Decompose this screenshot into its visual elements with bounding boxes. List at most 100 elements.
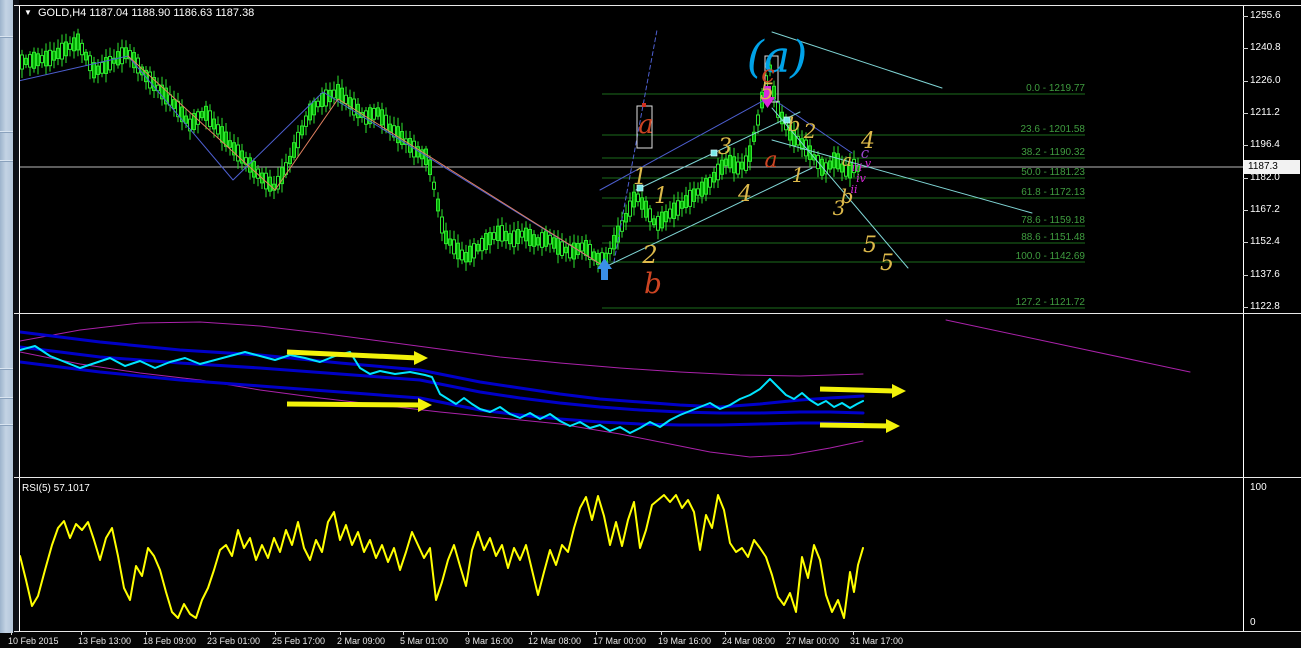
time-axis-tick (275, 631, 276, 635)
price-axis-label: 1196.4 (1250, 139, 1280, 150)
time-axis-label: 19 Mar 16:00 (658, 636, 712, 646)
wave-label-3[interactable]: 3 (833, 196, 846, 220)
price-axis-label: 1226.0 (1250, 75, 1281, 86)
wave-label-2[interactable]: 2 (803, 119, 817, 143)
yellow-arrow[interactable] (819, 419, 900, 433)
time-axis-tick (146, 631, 147, 635)
trendline-desc-gentle[interactable] (771, 139, 1033, 214)
drag-handle[interactable] (710, 149, 718, 157)
wave-label-pap[interactable]: (a) (747, 32, 808, 83)
time-axis-tick (340, 631, 341, 635)
time-axis-label: 17 Mar 00:00 (593, 636, 647, 646)
wave-label-5[interactable]: 5 (760, 80, 774, 105)
window-strip-separator (0, 160, 13, 162)
fib-label: 0.0 - 1219.77 (1026, 83, 1085, 94)
price-axis-label: 1167.2 (1250, 204, 1280, 215)
rsi-canvas[interactable] (20, 480, 1243, 631)
window-edge-strip (0, 0, 13, 648)
time-axis-label: 27 Mar 00:00 (786, 636, 840, 646)
chart-menu-triangle-icon[interactable]: ▼ (24, 8, 32, 17)
wave-label-a[interactable]: a (764, 148, 777, 173)
rsi-line (20, 494, 864, 619)
yellow-arrow[interactable] (286, 398, 432, 412)
main-chart-canvas[interactable]: 0.0 - 1219.77 23.6 - 1201.58 38.2 - 1190.3… (20, 5, 1243, 313)
time-axis[interactable]: 10 Feb 2015 13 Feb 13:00 18 Feb 09:00 23 Fe… (0, 631, 1301, 648)
time-axis-tick (11, 631, 12, 635)
indicator-canvas[interactable] (20, 315, 1243, 477)
window-strip-separator (0, 368, 13, 370)
price-axis-tick (1243, 113, 1248, 114)
fib-label: 100.0 - 1142.69 (1016, 251, 1086, 262)
time-axis-tick (531, 631, 532, 635)
wave-label-2[interactable]: 2 (641, 241, 657, 269)
selection-anchor (642, 103, 646, 107)
time-axis-label: 23 Feb 01:00 (207, 636, 261, 646)
price-axis-tick (1243, 242, 1248, 243)
wave-label-iv[interactable]: iv (856, 172, 867, 185)
price-axis-label: 1211.2 (1250, 107, 1280, 118)
price-axis-tick (1243, 307, 1248, 308)
candlesticks (20, 28, 860, 276)
time-axis-tick (81, 631, 82, 635)
chart-axis-border (1243, 5, 1244, 632)
time-axis-label: 25 Feb 17:00 (272, 636, 326, 646)
wave-label-v[interactable]: v (865, 157, 872, 170)
time-axis-label: 2 Mar 09:00 (337, 636, 386, 646)
trendline-triangle-left[interactable] (599, 96, 771, 191)
time-axis-tick (853, 631, 854, 635)
time-axis-label: 18 Feb 09:00 (143, 636, 197, 646)
time-axis-tick (725, 631, 726, 635)
wave-label-b[interactable]: b (644, 267, 662, 300)
time-axis-label: 12 Mar 08:00 (528, 636, 582, 646)
fib-label: 88.6 - 1151.48 (1021, 232, 1085, 243)
wave-label-1[interactable]: 1 (654, 184, 668, 209)
price-axis-label: 1152.4 (1250, 236, 1280, 247)
price-axis-tick (1243, 178, 1248, 179)
price-axis-tick (1243, 16, 1248, 17)
rsi-axis-min: 0 (1250, 617, 1256, 628)
fib-label: 61.8 - 1172.13 (1021, 187, 1085, 198)
wave-label-5[interactable]: 5 (880, 251, 894, 276)
fib-label: 38.2 - 1190.32 (1021, 147, 1085, 158)
trendline-impulse-dashed[interactable] (613, 29, 658, 263)
price-axis-label: 1255.6 (1250, 10, 1281, 21)
wave-label-1[interactable]: 1 (792, 163, 805, 187)
wave-label-b[interactable]: b (788, 112, 801, 136)
fib-label: 23.6 - 1201.58 (1021, 124, 1086, 135)
window-strip-separator (0, 397, 13, 399)
panel-separator-3[interactable] (14, 631, 1301, 632)
time-axis-label: 24 Mar 08:00 (722, 636, 776, 646)
wave-label-5[interactable]: 5 (863, 233, 877, 258)
price-axis-label: 1240.8 (1250, 42, 1281, 53)
indicator-magenta-upper-band (20, 321, 864, 377)
chart-title: GOLD,H4 1187.04 1188.90 1186.63 1187.38 (38, 7, 255, 19)
wave-label-3[interactable]: 3 (718, 135, 732, 160)
wave-label-1[interactable]: 1 (633, 165, 647, 190)
terminal-window: 0.0 - 1219.77 23.6 - 1201.58 38.2 - 1190.3… (0, 0, 1301, 648)
time-axis-tick (468, 631, 469, 635)
price-axis-tick (1243, 48, 1248, 49)
rsi-indicator-label: RSI(5) 57.1017 (22, 483, 90, 494)
time-axis-label: 9 Mar 16:00 (465, 636, 514, 646)
panel-separator-2[interactable] (14, 477, 1301, 478)
price-axis-label: 1137.6 (1250, 269, 1280, 280)
current-price-box: 1187.3 (1244, 160, 1300, 174)
fib-label: 50.0 - 1181.23 (1021, 167, 1085, 178)
time-axis-label: 13 Feb 13:00 (78, 636, 132, 646)
time-axis-tick (596, 631, 597, 635)
wave-label-a[interactable]: a (638, 110, 654, 140)
time-axis-tick (210, 631, 211, 635)
time-axis-label: 10 Feb 2015 (8, 636, 59, 646)
wave-label-4[interactable]: 4 (737, 182, 752, 207)
time-axis-tick (403, 631, 404, 635)
wave-label-a[interactable]: a (842, 151, 852, 171)
time-axis-label: 5 Mar 01:00 (400, 636, 449, 646)
indicator-magenta-right-segment (945, 319, 1191, 373)
window-strip-separator (0, 131, 13, 133)
time-axis-label: 31 Mar 17:00 (850, 636, 904, 646)
price-axis-tick (1243, 145, 1248, 146)
price-axis-tick (1243, 275, 1248, 276)
rsi-axis-max: 100 (1250, 482, 1267, 493)
panel-separator-1[interactable] (14, 313, 1301, 314)
time-axis-tick (661, 631, 662, 635)
